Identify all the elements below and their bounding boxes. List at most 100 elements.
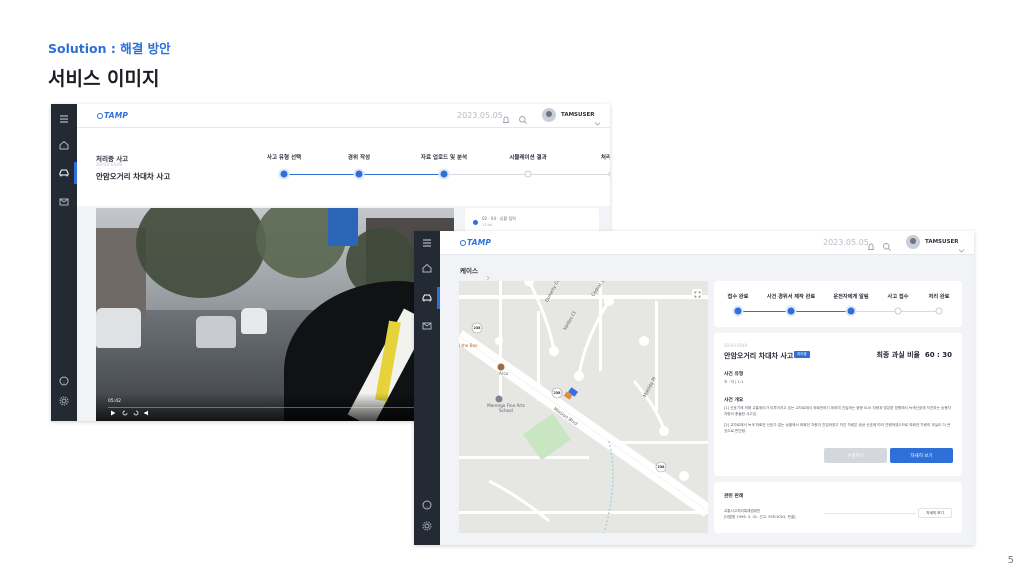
top-bar: TAMP 2023.05.05 TAMSUSER — [77, 104, 610, 128]
dashcam-video[interactable]: 05:42 — [96, 208, 454, 421]
modify-button[interactable]: 수정하기 — [824, 448, 887, 463]
event-dot — [473, 220, 478, 225]
home-icon[interactable] — [58, 139, 70, 151]
settings-icon[interactable] — [421, 520, 433, 532]
accident-location-map[interactable]: Doherty Ct Cedrat Ct Valdes Ct Mission Blvd… — [459, 281, 708, 533]
case-title: 안암오거리 차대차 사고 — [96, 172, 171, 181]
step-dot — [734, 307, 742, 315]
video-controls: 05:42 — [96, 393, 454, 421]
chevron-down-icon[interactable] — [594, 112, 601, 126]
step-dot — [935, 307, 943, 315]
step-dot — [440, 170, 448, 178]
home-icon[interactable] — [421, 262, 433, 274]
step-dot — [280, 170, 288, 178]
step-label: 운전자에게 알림 — [833, 294, 869, 300]
case-number: 20-03-0549 — [96, 163, 123, 168]
rewind-icon[interactable] — [122, 410, 128, 416]
poi-label: l the Box — [459, 343, 478, 348]
step-dot — [524, 170, 532, 178]
related-case-title: 교통사고처리특례법위반 — [724, 509, 761, 513]
summary-paragraph-2: [2] 교차로에서 녹색 좌회전 신호가 없는 상황에서 좌회전 차량이 진입하… — [724, 423, 951, 433]
active-indicator — [437, 287, 440, 309]
step-dot — [355, 170, 363, 178]
step-label: 시뮬레이션 결과 — [509, 155, 547, 161]
chevron-right-icon — [485, 266, 491, 281]
help-icon[interactable] — [58, 375, 70, 387]
case-status-label: 처리중 사고 — [96, 155, 129, 163]
settings-icon[interactable] — [58, 395, 70, 407]
progress-track — [528, 173, 610, 175]
related-detail-button[interactable]: 자세히 보기 — [918, 508, 952, 518]
mail-icon[interactable] — [58, 196, 70, 208]
tamp-logo[interactable]: TAMP — [460, 238, 491, 247]
user-avatar[interactable] — [906, 235, 920, 249]
event-label: 02 · 04 · 상황 접력 — [482, 216, 516, 221]
user-name: TAMSUSER — [561, 112, 595, 118]
video-time: 05:42 — [108, 399, 121, 404]
related-heading: 관련 판례 — [724, 494, 744, 499]
car-icon[interactable] — [58, 167, 70, 179]
route-shield: 238 — [553, 391, 561, 395]
chevron-down-icon[interactable] — [958, 239, 965, 253]
section-kicker: Solution : 해결 방안 — [48, 41, 171, 56]
progress-track — [284, 173, 359, 175]
summary-paragraph-1: [1] 신호기에 의해 교통정리가 이루어지고 있는 교차로에서 좌회전하기 위… — [724, 406, 951, 416]
progress-track — [738, 310, 791, 312]
tamp-logo[interactable]: TAMP — [97, 111, 128, 120]
app-screen-case: TAMP 2023.05.05 TAMSUSER 케이스 Doherty Ct … — [414, 231, 974, 545]
related-cases-card: 관련 판례 교통사고처리특례법위반 [대법원 1996. 5. 31. 선고, … — [714, 482, 962, 533]
car-icon[interactable] — [421, 292, 433, 304]
mail-icon[interactable] — [421, 320, 433, 332]
step-label: 경위 작성 — [347, 155, 371, 161]
step-label: 사건 경위서 제작 완료 — [766, 294, 816, 300]
case-progress-card: 접수 완료 사건 경위서 제작 완료 운전자에게 알림 사고 접수 처리 완료 — [714, 281, 962, 327]
fault-ratio: 최종 과실 비율 60 : 30 — [876, 350, 952, 360]
case-progress-card: 처리중 사고 20-03-0549 안암오거리 차대차 사고 사고 유형 선택 경… — [77, 128, 610, 206]
poi-label: Marengo Fine Arts School — [487, 403, 525, 413]
case-detail-card: 20-03-0549 안암오거리 차대차 사고 처리중 최종 과실 비율 60 … — [714, 333, 962, 476]
forward-icon[interactable] — [133, 410, 139, 416]
route-shield: 238 — [657, 465, 665, 469]
step-label: 처리 완료 — [928, 294, 950, 300]
progress-track — [851, 310, 898, 312]
fullscreen-icon[interactable] — [692, 289, 702, 299]
related-case-citation: [대법원 1996. 5. 31. 선고, 95도3093, 판결] — [724, 515, 796, 519]
side-rail — [414, 231, 440, 545]
search-icon[interactable] — [882, 237, 892, 251]
step-label: 사고 접수 — [887, 294, 909, 300]
case-number: 20-03-0549 — [724, 343, 748, 348]
step-label: 처리 완료 — [600, 155, 610, 161]
progress-track — [359, 173, 444, 175]
search-icon[interactable] — [518, 110, 528, 124]
top-bar: TAMP 2023.05.05 TAMSUSER — [440, 231, 974, 255]
step-dot — [847, 307, 855, 315]
type-heading: 사건 유형 — [724, 372, 744, 377]
route-shield: 238 — [473, 326, 481, 330]
video-seek-bar[interactable] — [108, 406, 414, 408]
divider — [824, 513, 916, 514]
detail-button[interactable]: 자세히 보기 — [890, 448, 953, 463]
help-icon[interactable] — [421, 499, 433, 511]
bell-icon[interactable] — [866, 237, 876, 250]
user-name: TAMSUSER — [925, 239, 959, 245]
user-avatar[interactable] — [542, 108, 556, 122]
volume-icon[interactable] — [144, 410, 150, 416]
case-title: 안암오거리 차대차 사고 — [724, 352, 794, 360]
summary-heading: 사건 개요 — [724, 398, 744, 403]
poi-label: Arco — [499, 371, 509, 376]
current-date: 2023.05.05 — [823, 238, 869, 247]
play-icon[interactable] — [110, 410, 116, 416]
side-rail — [51, 104, 77, 421]
slide-title: 서비스 이미지 — [48, 68, 160, 90]
status-badge: 처리중 — [794, 351, 810, 358]
breadcrumb[interactable]: 케이스 — [460, 265, 478, 275]
fault-ratio-label: 최종 과실 비율 — [876, 351, 920, 359]
progress-track — [791, 310, 851, 312]
current-date: 2023.05.05 — [457, 111, 503, 120]
menu-icon[interactable] — [421, 237, 433, 249]
type-value: 차 : 차 | 1:1 — [724, 380, 744, 384]
menu-icon[interactable] — [58, 113, 70, 125]
bell-icon[interactable] — [501, 110, 511, 123]
step-label: 접수 완료 — [727, 294, 749, 300]
step-label: 사고 유형 선택 — [266, 155, 302, 161]
